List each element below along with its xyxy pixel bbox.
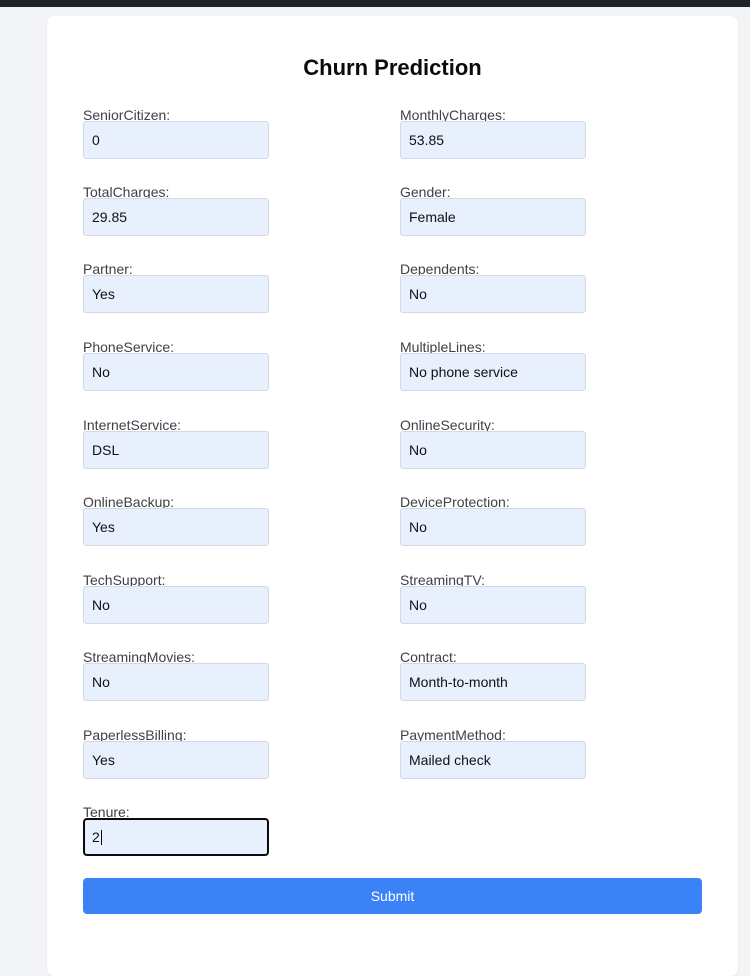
- gender-input[interactable]: Female: [400, 198, 586, 236]
- field-phone-service: PhoneService: No: [83, 338, 283, 391]
- field-monthly-charges: MonthlyCharges: 53.85: [400, 106, 600, 159]
- multiple-lines-input[interactable]: No phone service: [400, 353, 586, 391]
- field-senior-citizen: SeniorCitizen: 0: [83, 106, 283, 159]
- field-multiple-lines: MultipleLines: No phone service: [400, 338, 600, 391]
- field-device-protection: DeviceProtection: No: [400, 493, 600, 546]
- text-caret: [100, 829, 102, 845]
- total-charges-input[interactable]: 29.85: [83, 198, 269, 236]
- field-streaming-movies: StreamingMovies: No: [83, 648, 283, 701]
- field-partner: Partner: Yes: [83, 260, 283, 313]
- submit-button[interactable]: Submit: [83, 878, 702, 914]
- field-streaming-tv: StreamingTV: No: [400, 571, 600, 624]
- payment-method-input[interactable]: Mailed check: [400, 741, 586, 779]
- field-internet-service: InternetService: DSL: [83, 416, 283, 469]
- field-payment-method: PaymentMethod: Mailed check: [400, 726, 600, 779]
- senior-citizen-input[interactable]: 0: [83, 121, 269, 159]
- device-protection-input[interactable]: No: [400, 508, 586, 546]
- monthly-charges-input[interactable]: 53.85: [400, 121, 586, 159]
- internet-service-input[interactable]: DSL: [83, 431, 269, 469]
- field-tech-support: TechSupport: No: [83, 571, 283, 624]
- tenure-input[interactable]: 2: [83, 818, 269, 856]
- field-online-backup: OnlineBackup: Yes: [83, 493, 283, 546]
- field-total-charges: TotalCharges: 29.85: [83, 183, 283, 236]
- phone-service-input[interactable]: No: [83, 353, 269, 391]
- field-tenure: Tenure: 2: [83, 803, 283, 856]
- field-dependents: Dependents: No: [400, 260, 600, 313]
- field-paperless-billing: PaperlessBilling: Yes: [83, 726, 283, 779]
- paperless-billing-input[interactable]: Yes: [83, 741, 269, 779]
- contract-input[interactable]: Month-to-month: [400, 663, 586, 701]
- streaming-tv-input[interactable]: No: [400, 586, 586, 624]
- field-contract: Contract: Month-to-month: [400, 648, 600, 701]
- tech-support-input[interactable]: No: [83, 586, 269, 624]
- partner-input[interactable]: Yes: [83, 275, 269, 313]
- field-online-security: OnlineSecurity: No: [400, 416, 600, 469]
- prediction-form-card: Churn Prediction SeniorCitizen: 0 Monthl…: [47, 16, 738, 976]
- online-security-input[interactable]: No: [400, 431, 586, 469]
- tenure-input-value: 2: [92, 829, 100, 845]
- top-bar: [0, 0, 750, 7]
- streaming-movies-input[interactable]: No: [83, 663, 269, 701]
- dependents-input[interactable]: No: [400, 275, 586, 313]
- field-gender: Gender: Female: [400, 183, 600, 236]
- online-backup-input[interactable]: Yes: [83, 508, 269, 546]
- page-title: Churn Prediction: [303, 55, 482, 80]
